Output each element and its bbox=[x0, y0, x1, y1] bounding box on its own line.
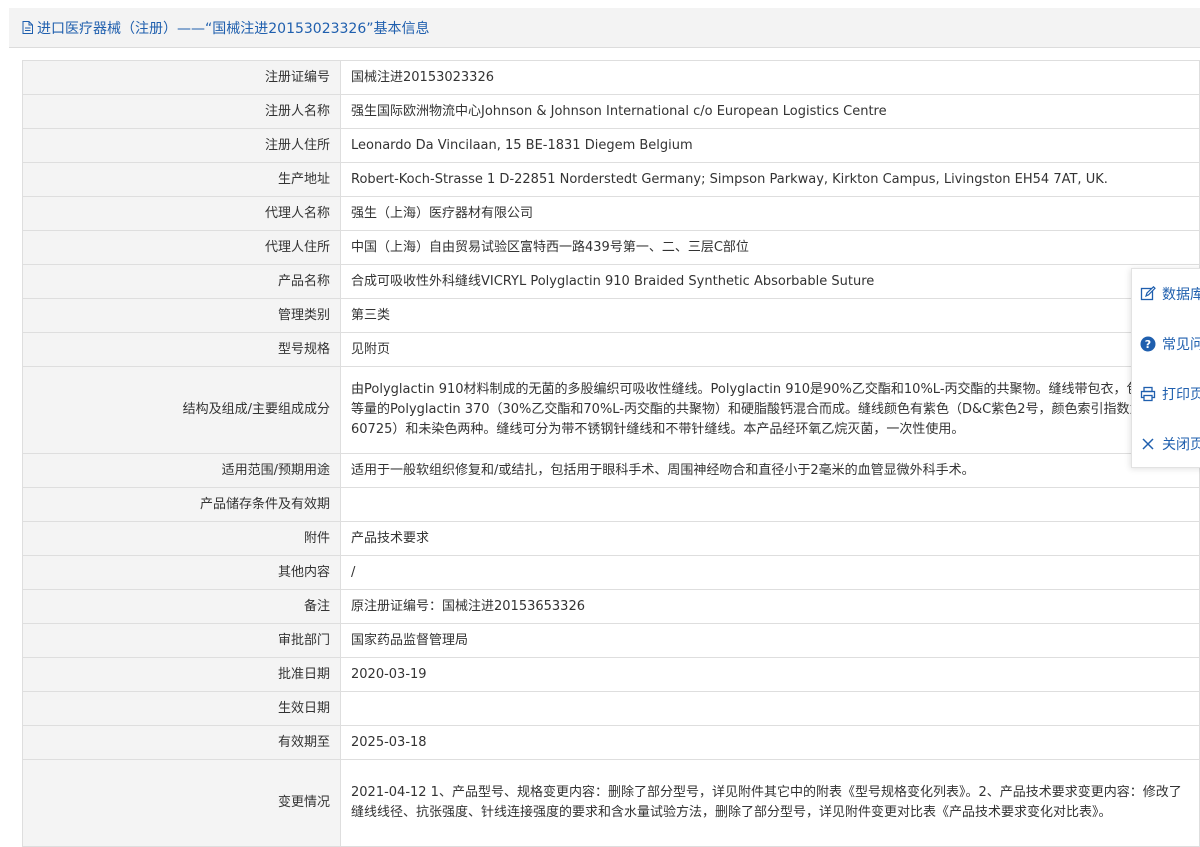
row-value: 2025-03-18 bbox=[340, 725, 1200, 760]
table-row: 有效期至 2025-03-18 bbox=[22, 725, 1200, 760]
table-row: 管理类别 第三类 bbox=[22, 298, 1200, 333]
close-page-button[interactable]: 关闭页面 bbox=[1132, 419, 1200, 469]
table-row: 产品储存条件及有效期 bbox=[22, 487, 1200, 522]
table-row: 附件 产品技术要求 bbox=[22, 521, 1200, 556]
edit-icon bbox=[1140, 286, 1156, 301]
table-row: 注册人名称 强生国际欧洲物流中心Johnson & Johnson Intern… bbox=[22, 94, 1200, 129]
database-label: 数据库 bbox=[1162, 287, 1200, 303]
table-row: 结构及组成/主要组成成分 由Polyglactin 910材料制成的无菌的多股编… bbox=[22, 366, 1200, 454]
row-label: 代理人名称 bbox=[22, 196, 341, 231]
row-label: 附件 bbox=[22, 521, 341, 556]
close-icon bbox=[1142, 438, 1154, 450]
table-row: 其他内容 / bbox=[22, 555, 1200, 590]
row-value: 产品技术要求 bbox=[340, 521, 1200, 556]
table-row: 变更情况 2021-04-12 1、产品型号、规格变更内容：删除了部分型号，详见… bbox=[22, 759, 1200, 847]
info-table: 注册证编号 国械注进20153023326 注册人名称 强生国际欧洲物流中心Jo… bbox=[22, 60, 1200, 847]
table-row: 代理人住所 中国（上海）自由贸易试验区富特西一路439号第一、二、三层C部位 bbox=[22, 230, 1200, 265]
table-row: 产品名称 合成可吸收性外科缝线VICRYL Polyglactin 910 Br… bbox=[22, 264, 1200, 299]
row-label: 注册证编号 bbox=[22, 60, 341, 95]
table-row: 生效日期 bbox=[22, 691, 1200, 726]
row-label: 适用范围/预期用途 bbox=[22, 453, 341, 488]
row-value: 国械注进20153023326 bbox=[340, 60, 1200, 95]
table-row: 批准日期 2020-03-19 bbox=[22, 657, 1200, 692]
row-label: 变更情况 bbox=[22, 759, 341, 847]
row-value bbox=[340, 487, 1200, 522]
print-button[interactable]: 打印页面 bbox=[1132, 369, 1200, 419]
close-page-label: 关闭页面 bbox=[1162, 437, 1200, 453]
row-value: 2020-03-19 bbox=[340, 657, 1200, 692]
svg-text:?: ? bbox=[1145, 338, 1151, 351]
row-value: 中国（上海）自由贸易试验区富特西一路439号第一、二、三层C部位 bbox=[340, 230, 1200, 265]
table-row: 适用范围/预期用途 适用于一般软组织修复和/或结扎，包括用于眼科手术、周围神经吻… bbox=[22, 453, 1200, 488]
row-value: Robert-Koch-Strasse 1 D-22851 Nordersted… bbox=[340, 162, 1200, 197]
row-label: 管理类别 bbox=[22, 298, 341, 333]
table-row: 生产地址 Robert-Koch-Strasse 1 D-22851 Norde… bbox=[22, 162, 1200, 197]
table-row: 审批部门 国家药品监督管理局 bbox=[22, 623, 1200, 658]
row-value: / bbox=[340, 555, 1200, 590]
row-value: 合成可吸收性外科缝线VICRYL Polyglactin 910 Braided… bbox=[340, 264, 1200, 299]
row-value: Leonardo Da Vincilaan, 15 BE-1831 Diegem… bbox=[340, 128, 1200, 163]
table-row: 代理人名称 强生（上海）医疗器材有限公司 bbox=[22, 196, 1200, 231]
row-label: 产品储存条件及有效期 bbox=[22, 487, 341, 522]
row-label: 结构及组成/主要组成成分 bbox=[22, 366, 341, 454]
print-icon bbox=[1140, 386, 1156, 402]
row-label: 有效期至 bbox=[22, 725, 341, 760]
row-label: 注册人名称 bbox=[22, 94, 341, 129]
faq-link[interactable]: ? 常见问题 bbox=[1132, 319, 1200, 369]
row-label: 生效日期 bbox=[22, 691, 341, 726]
row-value: 适用于一般软组织修复和/或结扎，包括用于眼科手术、周围神经吻合和直径小于2毫米的… bbox=[340, 453, 1200, 488]
print-label: 打印页面 bbox=[1162, 387, 1200, 403]
faq-label: 常见问题 bbox=[1162, 337, 1200, 353]
table-row: 型号规格 见附页 bbox=[22, 332, 1200, 367]
row-value: 由Polyglactin 910材料制成的无菌的多股编织可吸收性缝线。Polyg… bbox=[340, 366, 1200, 454]
table-row: 备注 原注册证编号：国械注进20153653326 bbox=[22, 589, 1200, 624]
document-icon bbox=[22, 21, 33, 34]
table-row: 注册证编号 国械注进20153023326 bbox=[22, 60, 1200, 95]
table-row: 注册人住所 Leonardo Da Vincilaan, 15 BE-1831 … bbox=[22, 128, 1200, 163]
row-value: 第三类 bbox=[340, 298, 1200, 333]
row-value: 强生国际欧洲物流中心Johnson & Johnson Internationa… bbox=[340, 94, 1200, 129]
row-label: 代理人住所 bbox=[22, 230, 341, 265]
row-label: 批准日期 bbox=[22, 657, 341, 692]
row-value: 强生（上海）医疗器材有限公司 bbox=[340, 196, 1200, 231]
page-header: 进口医疗器械（注册）——“国械注进20153023326”基本信息 bbox=[9, 8, 1200, 48]
row-label: 备注 bbox=[22, 589, 341, 624]
question-icon: ? bbox=[1140, 336, 1156, 352]
row-value: 见附页 bbox=[340, 332, 1200, 367]
database-link[interactable]: 数据库 bbox=[1132, 269, 1200, 319]
row-value: 2021-04-12 1、产品型号、规格变更内容：删除了部分型号，详见附件其它中… bbox=[340, 759, 1200, 847]
info-table-container: 注册证编号 国械注进20153023326 注册人名称 强生国际欧洲物流中心Jo… bbox=[22, 60, 1200, 847]
row-label: 审批部门 bbox=[22, 623, 341, 658]
row-label: 其他内容 bbox=[22, 555, 341, 590]
row-value: 国家药品监督管理局 bbox=[340, 623, 1200, 658]
floating-toolbar: 数据库 ? 常见问题 打印页面 关闭页面 bbox=[1131, 268, 1200, 468]
row-label: 产品名称 bbox=[22, 264, 341, 299]
row-label: 生产地址 bbox=[22, 162, 341, 197]
row-label: 注册人住所 bbox=[22, 128, 341, 163]
page-title: 进口医疗器械（注册）——“国械注进20153023326”基本信息 bbox=[37, 20, 430, 37]
row-label: 型号规格 bbox=[22, 332, 341, 367]
row-value bbox=[340, 691, 1200, 726]
row-value: 原注册证编号：国械注进20153653326 bbox=[340, 589, 1200, 624]
